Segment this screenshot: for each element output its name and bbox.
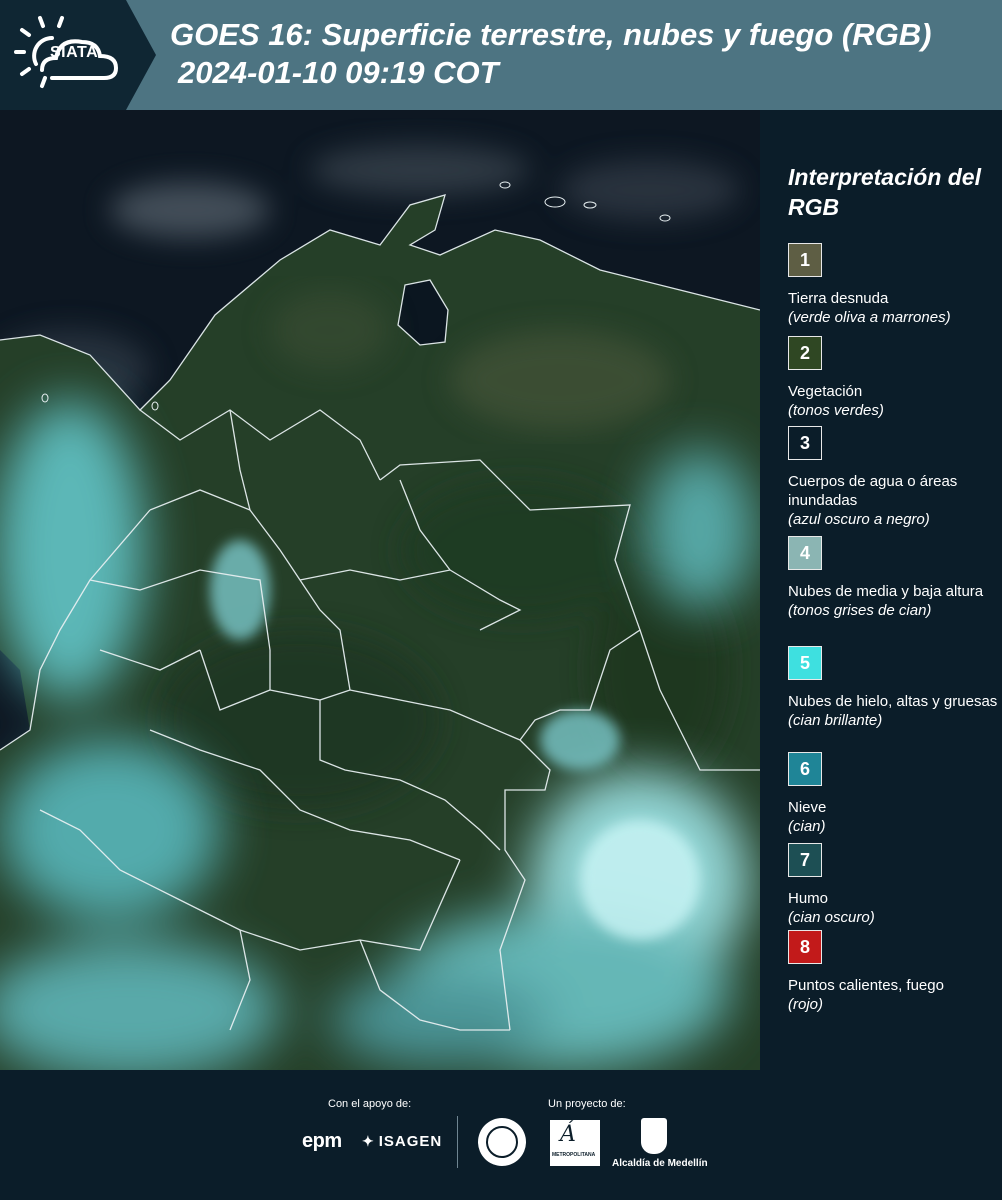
legend-item-label: Nieve xyxy=(788,799,827,816)
page-title: GOES 16: Superficie terrestre, nubes y f… xyxy=(170,17,932,52)
legend-swatch: 7 xyxy=(788,843,822,877)
footer: Con el apoyo de: epm ✦ ISAGEN Un proyecto… xyxy=(0,1070,1002,1200)
medellin-shield-icon[interactable] xyxy=(641,1118,667,1154)
legend-item-label: Vegetación xyxy=(788,383,863,400)
legend-item: 3 Cuerpos de agua o áreas inundadas (azul … xyxy=(788,426,998,529)
legend-swatch: 5 xyxy=(788,646,822,680)
seal-ring xyxy=(486,1126,518,1158)
legend-item-label: Cuerpos de agua o áreas inundadas xyxy=(788,473,958,509)
legend-item: 7 Humo (cian oscuro) xyxy=(788,843,998,927)
legend-item-label: Nubes de media y baja altura xyxy=(788,583,984,600)
legend-item-desc: (azul oscuro a negro) xyxy=(788,511,930,528)
legend-item-desc: (cian oscuro) xyxy=(788,909,875,926)
legend-item: 6 Nieve (cian) xyxy=(788,752,998,836)
legend-item-label: Puntos calientes, fuego xyxy=(788,977,944,994)
legend-panel: Interpretación del RGB 1 Tierra desnuda (v… xyxy=(760,110,1002,1070)
siata-logo[interactable]: SIATA xyxy=(0,0,126,110)
project-label: Un proyecto de: xyxy=(548,1098,626,1110)
legend-item-desc: (verde oliva a marrones) xyxy=(788,309,951,326)
legend-item-desc: (cian) xyxy=(788,818,826,835)
isagen-logo-text: ISAGEN xyxy=(378,1133,443,1150)
epm-logo[interactable]: epm xyxy=(302,1130,342,1153)
legend-item: 5 Nubes de hielo, altas y gruesas (cian br… xyxy=(788,646,998,730)
page-timestamp: 2024-01-10 09:19 COT xyxy=(178,55,499,90)
seal-icon[interactable] xyxy=(478,1118,526,1166)
footer-divider xyxy=(457,1116,458,1168)
satellite-map[interactable] xyxy=(0,110,760,1070)
legend-title: Interpretación del RGB xyxy=(788,164,981,220)
support-label: Con el apoyo de: xyxy=(328,1098,412,1110)
isagen-logo[interactable]: ✦ ISAGEN xyxy=(362,1133,442,1150)
legend-item: 1 Tierra desnuda (verde oliva a marrones) xyxy=(788,243,998,327)
siata-logo-text: SIATA xyxy=(50,44,99,61)
rgb-composite-image xyxy=(0,110,760,1070)
logo-chevron xyxy=(126,0,156,110)
header-bar: SIATA GOES 16: Superficie terrestre, nub… xyxy=(0,0,1002,110)
medellin-label: Alcaldía de Medellín xyxy=(612,1158,708,1169)
area-script-icon: Á xyxy=(560,1122,576,1147)
legend-item: 8 Puntos calientes, fuego (rojo) xyxy=(788,930,998,1014)
legend-item: 2 Vegetación (tonos verdes) xyxy=(788,336,998,420)
legend-item-desc: (tonos grises de cian) xyxy=(788,602,932,619)
legend-swatch: 8 xyxy=(788,930,822,964)
legend-swatch: 3 xyxy=(788,426,822,460)
isagen-mark-icon: ✦ xyxy=(362,1133,375,1149)
legend-item-desc: (cian brillante) xyxy=(788,712,883,729)
legend-swatch: 2 xyxy=(788,336,822,370)
legend-item-label: Humo xyxy=(788,890,829,907)
area-logo-caption-icon: METROPOLITANA xyxy=(552,1152,596,1158)
legend-swatch: 1 xyxy=(788,243,822,277)
legend-item-desc: (rojo) xyxy=(788,996,824,1013)
legend-item-desc: (tonos verdes) xyxy=(788,402,884,419)
legend-item: 4 Nubes de media y baja altura (tonos gris… xyxy=(788,536,998,620)
legend-item-label: Tierra desnuda xyxy=(788,290,889,307)
legend-swatch: 6 xyxy=(788,752,822,786)
area-metropolitana-logo[interactable]: Á METROPOLITANA xyxy=(550,1120,600,1166)
legend-item-label: Nubes de hielo, altas y gruesas xyxy=(788,693,998,710)
legend-swatch: 4 xyxy=(788,536,822,570)
